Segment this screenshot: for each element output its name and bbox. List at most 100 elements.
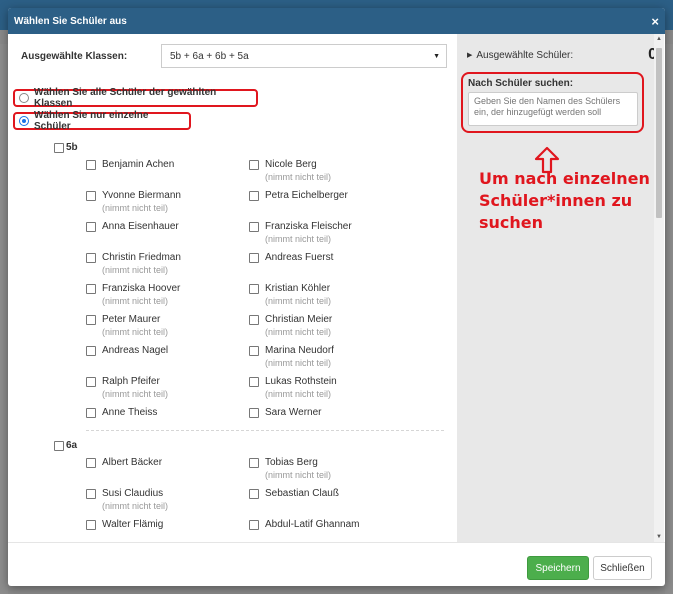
student-checkbox[interactable] <box>86 160 96 170</box>
student-item[interactable]: Sebastian Clauß <box>249 488 399 500</box>
student-name: Walter Flämig <box>102 519 164 530</box>
student-item[interactable]: Andreas Fuerst <box>249 252 399 264</box>
modal-title: Wählen Sie Schüler aus <box>14 15 127 27</box>
student-text: Peter Maurer (nimmt nicht teil) <box>102 314 168 338</box>
student-item[interactable]: Ralph Pfeifer (nimmt nicht teil) <box>86 376 236 400</box>
student-item[interactable]: Albert Bäcker <box>86 457 236 469</box>
student-item[interactable]: Sara Werner <box>249 407 399 419</box>
student-checkbox[interactable] <box>86 191 96 201</box>
close-button[interactable]: Schließen <box>593 556 652 580</box>
modal-footer: Speichern Schließen <box>8 542 665 586</box>
student-name: Abdul-Latif Ghannam <box>265 519 360 530</box>
student-item[interactable]: Andreas Nagel <box>86 345 236 357</box>
selected-students-header[interactable]: ▶ Ausgewählte Schüler: 0 <box>467 46 657 64</box>
class-select-label: Ausgewählte Klassen: <box>21 50 128 62</box>
student-status-note: (nimmt nicht teil) <box>102 203 169 213</box>
student-checkbox[interactable] <box>249 253 259 263</box>
student-checkbox[interactable] <box>86 315 96 325</box>
student-item[interactable]: Susi Claudius (nimmt nicht teil) <box>86 488 236 512</box>
student-text: Marina Neudorf (nimmt nicht teil) <box>265 345 334 369</box>
student-item[interactable]: Petra Eichelberger <box>249 190 399 202</box>
student-name: Christian Meier <box>265 314 333 325</box>
student-item[interactable]: Benjamin Achen <box>86 159 236 171</box>
student-checkbox[interactable] <box>249 315 259 325</box>
student-name: Albert Bäcker <box>102 457 163 468</box>
student-checkbox[interactable] <box>249 191 259 201</box>
student-checkbox[interactable] <box>249 377 259 387</box>
student-text: Tobias Berg (nimmt nicht teil) <box>265 457 331 481</box>
student-checkbox[interactable] <box>86 489 96 499</box>
student-checkbox[interactable] <box>86 346 96 356</box>
student-item[interactable]: Walter Flämig <box>86 519 236 531</box>
student-status-note: (nimmt nicht teil) <box>265 172 332 182</box>
student-checkbox[interactable] <box>86 253 96 263</box>
student-checkbox[interactable] <box>249 489 259 499</box>
student-item[interactable]: Kristian Köhler (nimmt nicht teil) <box>249 283 399 307</box>
student-checkbox[interactable] <box>249 222 259 232</box>
student-name: Yvonne Biermann <box>102 190 181 201</box>
radio-button-individual[interactable] <box>19 116 29 126</box>
student-checkbox[interactable] <box>86 520 96 530</box>
radio-individual-students[interactable]: Wählen Sie nur einzelne Schüler <box>13 110 191 132</box>
selected-students-toggle[interactable]: ▶ Ausgewählte Schüler: <box>467 50 573 61</box>
student-name: Franziska Hoover <box>102 283 181 294</box>
student-item[interactable]: Abdul-Latif Ghannam <box>249 519 399 531</box>
student-text: Yvonne Biermann (nimmt nicht teil) <box>102 190 181 214</box>
scroll-down-icon[interactable]: ▼ <box>656 534 662 540</box>
class-group-5b[interactable]: 5b <box>54 142 78 153</box>
student-checkbox[interactable] <box>249 458 259 468</box>
student-name: Nicole Berg <box>265 159 317 170</box>
student-item[interactable]: Yvonne Biermann (nimmt nicht teil) <box>86 190 236 214</box>
selected-students-label: Ausgewählte Schüler: <box>476 49 574 61</box>
student-text: Sara Werner <box>265 407 322 419</box>
student-status-note: (nimmt nicht teil) <box>265 389 332 399</box>
student-status-note: (nimmt nicht teil) <box>102 296 169 306</box>
class-group-checkbox[interactable] <box>54 440 64 451</box>
radio-button-all[interactable] <box>19 93 29 103</box>
class-select-dropdown[interactable]: 5b + 6a + 6b + 5a ▼ <box>161 44 447 68</box>
student-checkbox[interactable] <box>86 458 96 468</box>
caret-right-icon: ▶ <box>467 52 473 59</box>
student-checkbox[interactable] <box>86 284 96 294</box>
student-checkbox[interactable] <box>249 284 259 294</box>
student-text: Lukas Rothstein (nimmt nicht teil) <box>265 376 337 400</box>
student-checkbox[interactable] <box>249 520 259 530</box>
student-item[interactable]: Anne Theiss <box>86 407 236 419</box>
student-text: Kristian Köhler (nimmt nicht teil) <box>265 283 331 307</box>
student-checkbox[interactable] <box>86 222 96 232</box>
student-status-note: (nimmt nicht teil) <box>265 234 332 244</box>
class-group-6a[interactable]: 6a <box>54 440 77 451</box>
student-item[interactable]: Tobias Berg (nimmt nicht teil) <box>249 457 399 481</box>
student-item[interactable]: Nicole Berg (nimmt nicht teil) <box>249 159 399 183</box>
close-icon[interactable]: × <box>651 15 659 28</box>
student-item[interactable]: Franziska Fleischer (nimmt nicht teil) <box>249 221 399 245</box>
student-item[interactable]: Christin Friedman (nimmt nicht teil) <box>86 252 236 276</box>
student-checkbox[interactable] <box>249 408 259 418</box>
radio-all-students[interactable]: Wählen Sie alle Schüler der gewählten Kl… <box>13 87 258 109</box>
student-item[interactable]: Marina Neudorf (nimmt nicht teil) <box>249 345 399 369</box>
student-text: Andreas Fuerst <box>265 252 333 264</box>
scroll-up-icon[interactable]: ▲ <box>656 36 662 42</box>
student-item[interactable]: Peter Maurer (nimmt nicht teil) <box>86 314 236 338</box>
student-text: Walter Flämig <box>102 519 163 531</box>
student-item[interactable]: Anna Eisenhauer <box>86 221 236 233</box>
student-item[interactable]: Christian Meier (nimmt nicht teil) <box>249 314 399 338</box>
class-select-row: Ausgewählte Klassen: 5b + 6a + 6b + 5a ▼ <box>21 44 447 68</box>
background-page-right <box>665 44 673 594</box>
class-group-label: 5b <box>66 142 78 153</box>
student-checkbox[interactable] <box>249 160 259 170</box>
student-checkbox[interactable] <box>86 377 96 387</box>
student-checkbox[interactable] <box>249 346 259 356</box>
student-name: Andreas Nagel <box>102 345 169 356</box>
student-name: Kristian Köhler <box>265 283 331 294</box>
student-checkbox[interactable] <box>86 408 96 418</box>
panel-scrollbar[interactable]: ▲ ▼ <box>654 34 664 542</box>
student-status-note: (nimmt nicht teil) <box>265 296 332 306</box>
background-page-left <box>0 44 8 594</box>
save-button[interactable]: Speichern <box>527 556 589 580</box>
class-group-checkbox[interactable] <box>54 142 64 153</box>
caret-down-icon: ▼ <box>433 52 440 60</box>
student-item[interactable]: Lukas Rothstein (nimmt nicht teil) <box>249 376 399 400</box>
student-item[interactable]: Franziska Hoover (nimmt nicht teil) <box>86 283 236 307</box>
student-search-input[interactable] <box>468 92 638 126</box>
